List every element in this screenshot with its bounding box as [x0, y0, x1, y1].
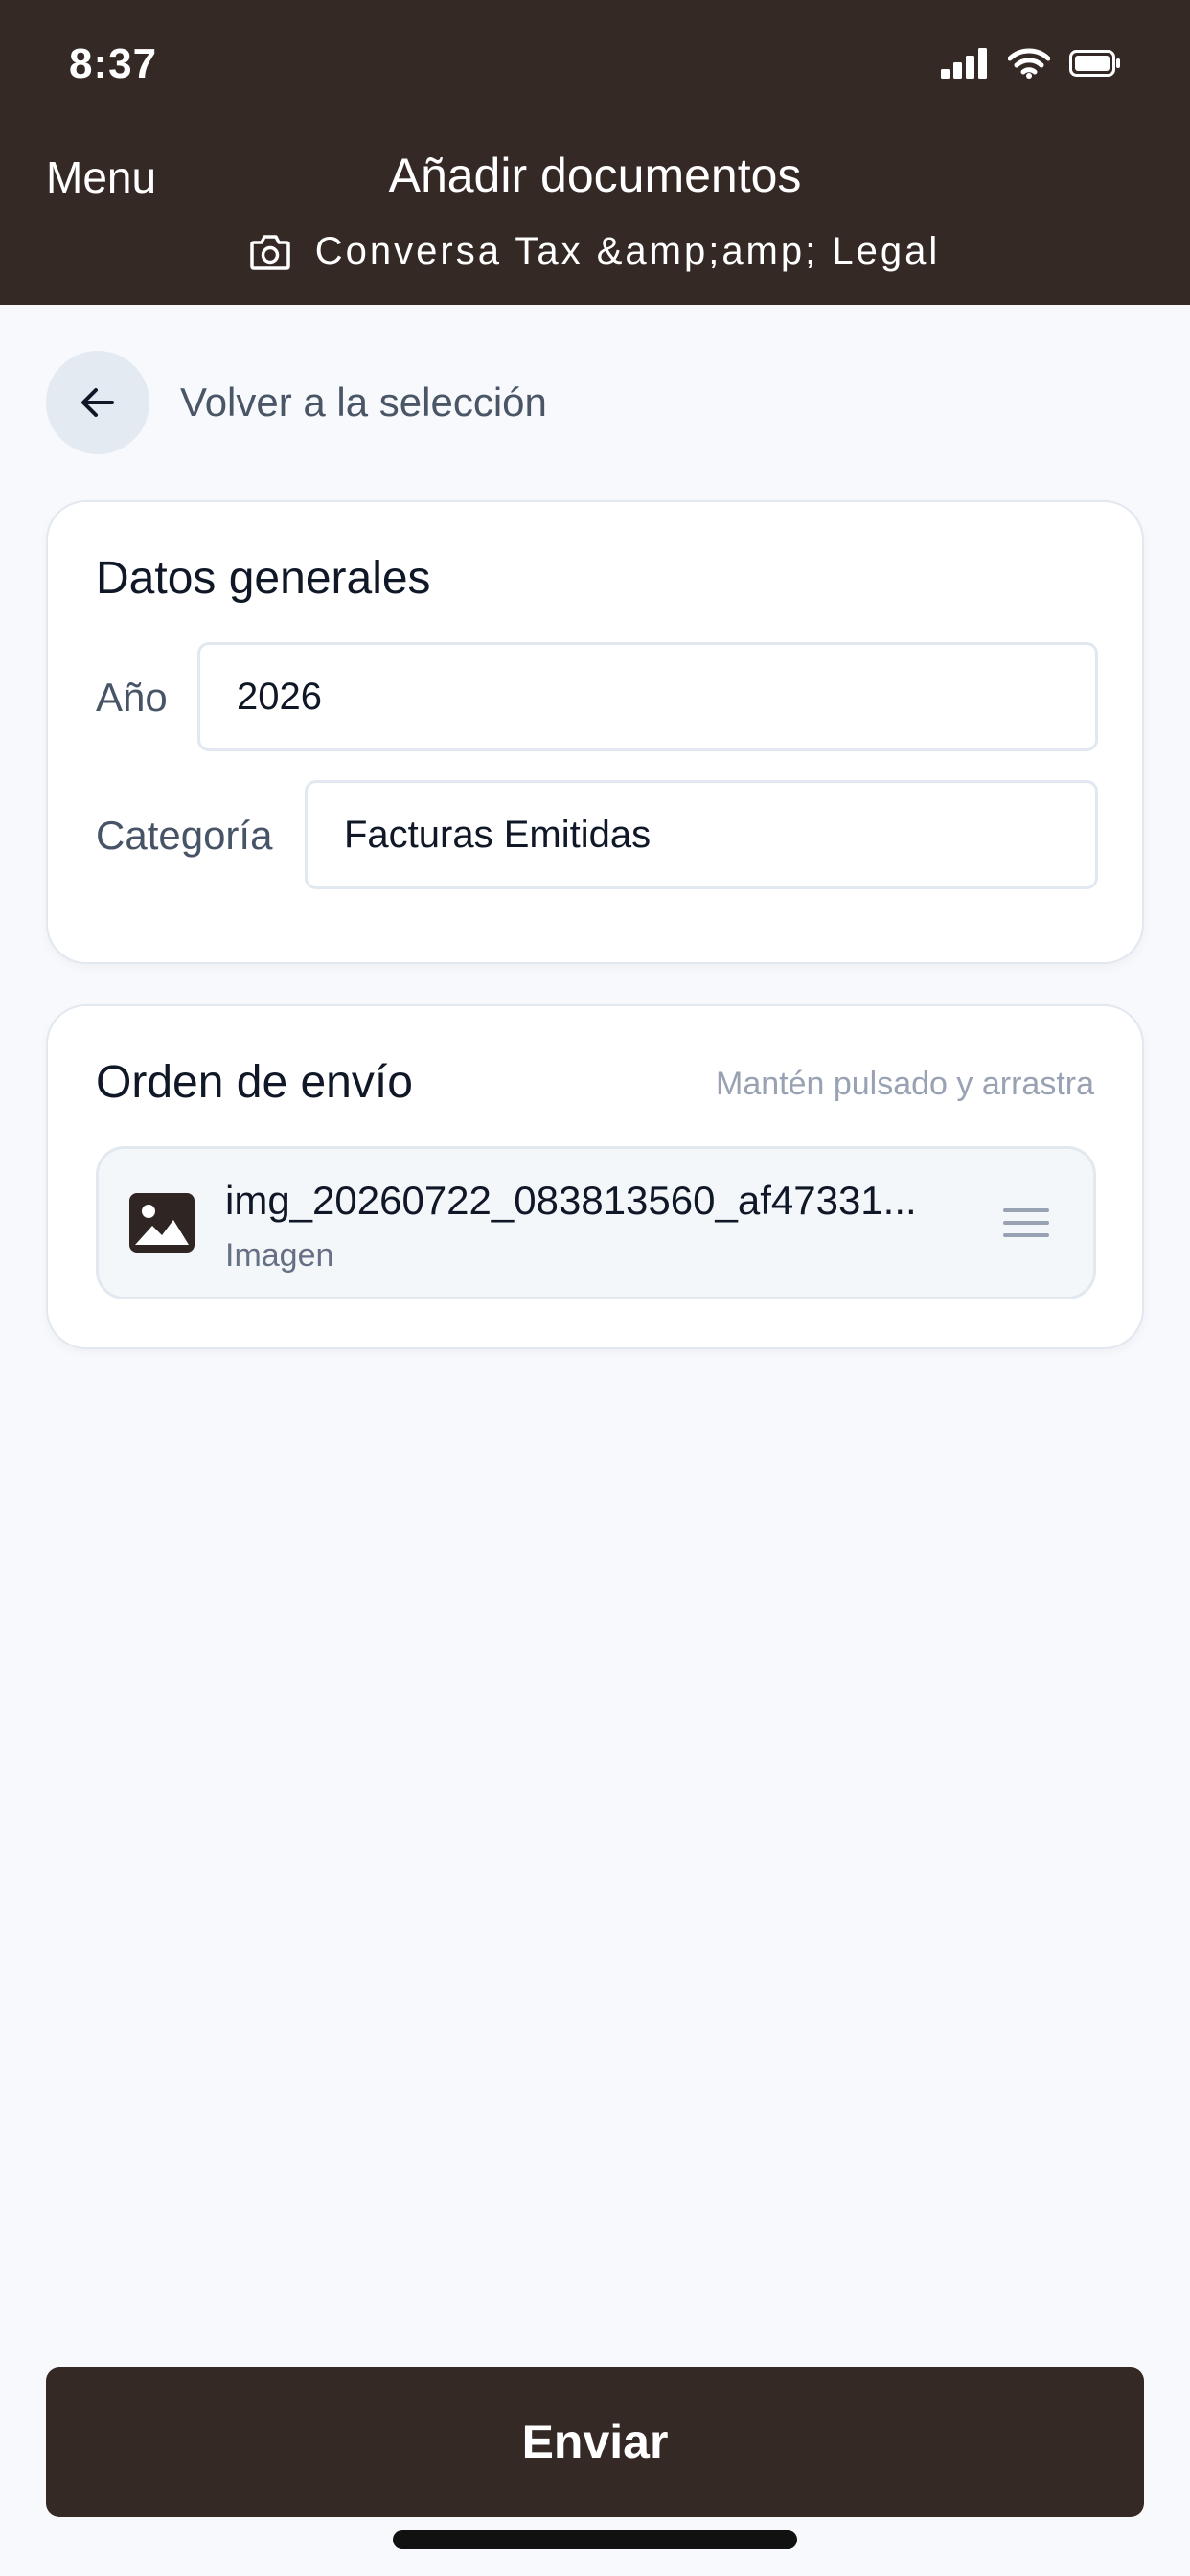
- header-bar: 8:37 Menu Añadir documentos Conversa Tax…: [0, 0, 1190, 305]
- camera-icon: [250, 234, 290, 270]
- company-name: Conversa Tax &amp;amp; Legal: [314, 230, 941, 272]
- header-subtitle: Conversa Tax &amp;amp; Legal: [0, 230, 1190, 273]
- category-label: Categoría: [96, 813, 273, 858]
- signal-icon: [941, 48, 987, 79]
- battery-icon: [1069, 50, 1120, 77]
- category-select[interactable]: Facturas Emitidas: [305, 780, 1098, 889]
- home-indicator: [393, 2530, 797, 2549]
- drag-hint: Mantén pulsado y arrastra: [716, 1066, 1094, 1102]
- status-icons: [941, 48, 1121, 79]
- file-item[interactable]: img_20260722_083813560_af47331... Imagen: [96, 1146, 1096, 1300]
- order-title: Orden de envío: [96, 1057, 413, 1108]
- screen: 8:37 Menu Añadir documentos Conversa Tax…: [0, 0, 1190, 2576]
- wifi-icon: [1008, 48, 1050, 79]
- image-icon: [129, 1193, 195, 1253]
- general-data-title: Datos generales: [96, 553, 431, 604]
- year-input[interactable]: 2026: [197, 642, 1098, 751]
- back-button[interactable]: [46, 351, 149, 454]
- order-card: Orden de envío Mantén pulsado y arrastra…: [46, 1004, 1144, 1349]
- submit-button[interactable]: Enviar: [46, 2367, 1144, 2517]
- general-data-card: Datos generales Año 2026 Categoría Factu…: [46, 500, 1144, 964]
- file-type: Imagen: [225, 1237, 334, 1274]
- year-value: 2026: [237, 675, 322, 718]
- arrow-left-icon: [81, 388, 114, 417]
- back-to-selection[interactable]: Volver a la selección: [46, 351, 547, 454]
- category-value: Facturas Emitidas: [344, 813, 652, 856]
- back-label: Volver a la selección: [180, 380, 547, 425]
- year-label: Año: [96, 675, 168, 720]
- drag-handle-icon[interactable]: [1003, 1208, 1049, 1237]
- file-name: img_20260722_083813560_af47331...: [225, 1178, 917, 1223]
- status-time: 8:37: [69, 40, 158, 87]
- page-title: Añadir documentos: [388, 149, 802, 202]
